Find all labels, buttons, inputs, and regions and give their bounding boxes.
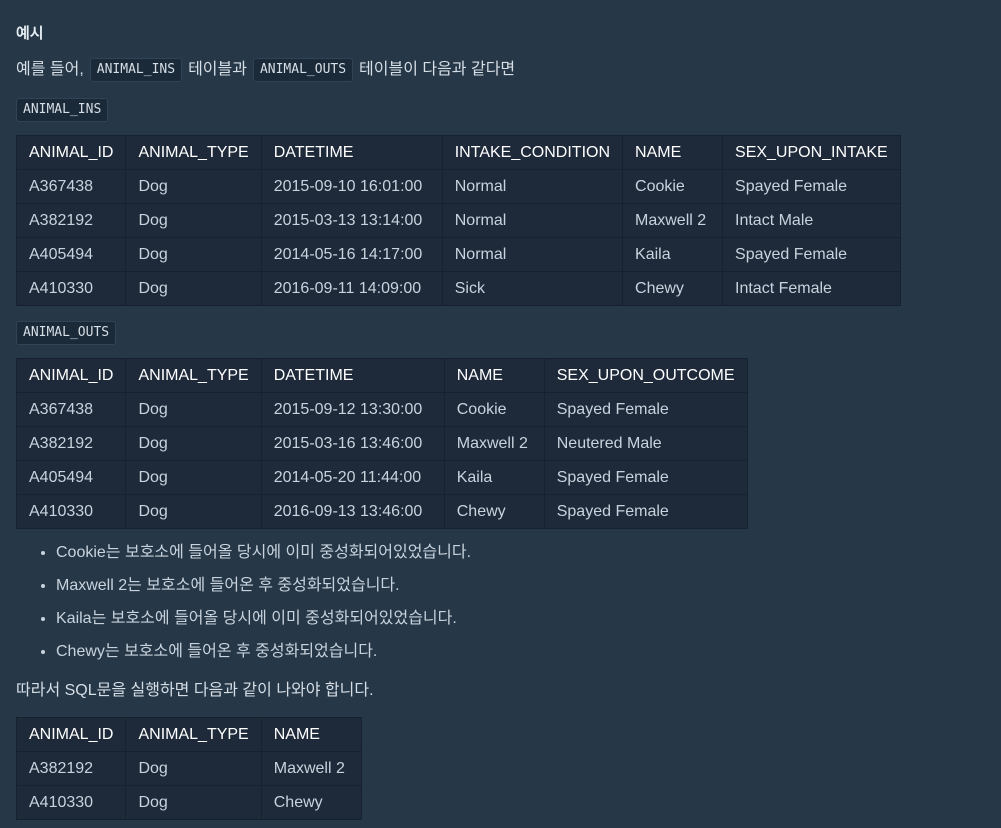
column-header: ANIMAL_TYPE xyxy=(125,358,262,393)
table-cell: A405494 xyxy=(15,237,127,272)
table-cell: A367438 xyxy=(15,392,127,427)
table-cell: Dog xyxy=(125,169,262,204)
column-header: DATETIME xyxy=(260,135,443,170)
table-cell: Intact Male xyxy=(722,203,901,238)
table-cell: 2015-09-10 16:01:00 xyxy=(260,169,443,204)
animal-outs-table: ANIMAL_ID ANIMAL_TYPE DATETIME NAME SEX_… xyxy=(15,358,748,529)
result-table: ANIMAL_ID ANIMAL_TYPE NAME A382192 Dog M… xyxy=(15,717,362,820)
intro-suffix: 테이블이 다음과 같다면 xyxy=(359,61,516,78)
table-row: A405494 Dog 2014-05-20 11:44:00 Kaila Sp… xyxy=(15,460,748,495)
list-item: Chewy는 보호소에 들어온 후 중성화되었습니다. xyxy=(56,637,471,670)
table-cell: Dog xyxy=(125,460,262,495)
table-row: A367438 Dog 2015-09-10 16:01:00 Normal C… xyxy=(15,169,901,204)
table-cell: Maxwell 2 xyxy=(260,751,362,786)
table-cell: Intact Female xyxy=(722,271,901,306)
table-cell: Spayed Female xyxy=(722,237,901,272)
intro-prefix: 예를 들어, xyxy=(16,61,84,78)
table-cell: Normal xyxy=(441,203,624,238)
intro-sentence: 예를 들어, ANIMAL_INS 테이블과 ANIMAL_OUTS 테이블이 … xyxy=(16,58,515,82)
table-row: A382192 Dog Maxwell 2 xyxy=(15,751,362,786)
column-header: ANIMAL_TYPE xyxy=(125,717,262,752)
table-cell: Dog xyxy=(125,392,262,427)
table-cell: Sick xyxy=(441,271,624,306)
column-header: ANIMAL_ID xyxy=(15,717,127,752)
column-header: NAME xyxy=(260,717,362,752)
table-header-row: ANIMAL_ID ANIMAL_TYPE NAME xyxy=(15,717,362,752)
column-header: NAME xyxy=(622,135,724,170)
table-cell: Dog xyxy=(125,271,262,306)
table-cell: Dog xyxy=(125,494,262,529)
table-cell: 2015-03-16 13:46:00 xyxy=(260,426,445,461)
column-header: ANIMAL_ID xyxy=(15,135,127,170)
table-cell: 2015-09-12 13:30:00 xyxy=(260,392,445,427)
table-cell: Kaila xyxy=(622,237,724,272)
table-cell: A405494 xyxy=(15,460,127,495)
column-header: NAME xyxy=(443,358,545,393)
table-header-row: ANIMAL_ID ANIMAL_TYPE DATETIME INTAKE_CO… xyxy=(15,135,901,170)
list-item: Kaila는 보호소에 들어올 당시에 이미 중성화되어있었습니다. xyxy=(56,604,471,637)
table-header-row: ANIMAL_ID ANIMAL_TYPE DATETIME NAME SEX_… xyxy=(15,358,748,393)
table-row: A367438 Dog 2015-09-12 13:30:00 Cookie S… xyxy=(15,392,748,427)
table-cell: Chewy xyxy=(260,785,362,820)
conclusion-text: 따라서 SQL문을 실행하면 다음과 같이 나와야 합니다. xyxy=(16,682,374,699)
table-row: A382192 Dog 2015-03-13 13:14:00 Normal M… xyxy=(15,203,901,238)
list-item: Maxwell 2는 보호소에 들어온 후 중성화되었습니다. xyxy=(56,571,471,604)
table-cell: Dog xyxy=(125,237,262,272)
table-cell: Chewy xyxy=(443,494,545,529)
table-row: A382192 Dog 2015-03-16 13:46:00 Maxwell … xyxy=(15,426,748,461)
table-cell: A382192 xyxy=(15,203,127,238)
table-cell: Spayed Female xyxy=(722,169,901,204)
animal-outs-label: ANIMAL_OUTS xyxy=(16,321,117,345)
column-header: ANIMAL_ID xyxy=(15,358,127,393)
table-row: A405494 Dog 2014-05-16 14:17:00 Normal K… xyxy=(15,237,901,272)
table-cell: Spayed Female xyxy=(543,460,748,495)
table-cell: Dog xyxy=(125,203,262,238)
table-cell: Maxwell 2 xyxy=(622,203,724,238)
table-cell: Cookie xyxy=(622,169,724,204)
table-cell: Neutered Male xyxy=(543,426,748,461)
intro-middle: 테이블과 xyxy=(188,61,247,78)
table-cell: A367438 xyxy=(15,169,127,204)
table-cell: 2014-05-20 11:44:00 xyxy=(260,460,445,495)
table-cell: Maxwell 2 xyxy=(443,426,545,461)
animal-ins-label: ANIMAL_INS xyxy=(16,98,109,122)
table-cell: Dog xyxy=(125,785,262,820)
table-cell: Spayed Female xyxy=(543,494,748,529)
list-item: Cookie는 보호소에 들어올 당시에 이미 중성화되어있었습니다. xyxy=(56,538,471,571)
column-header: DATETIME xyxy=(260,358,445,393)
table-cell: A410330 xyxy=(15,271,127,306)
inline-code-animal-ins: ANIMAL_INS xyxy=(89,58,183,82)
table-cell: Normal xyxy=(441,169,624,204)
table-cell: 2015-03-13 13:14:00 xyxy=(260,203,443,238)
table-cell: 2016-09-13 13:46:00 xyxy=(260,494,445,529)
table-row: A410330 Dog Chewy xyxy=(15,785,362,820)
table-cell: Cookie xyxy=(443,392,545,427)
table-cell: Normal xyxy=(441,237,624,272)
explanation-list: Cookie는 보호소에 들어올 당시에 이미 중성화되어있었습니다. Maxw… xyxy=(16,538,471,670)
column-header: SEX_UPON_INTAKE xyxy=(722,135,901,170)
table-cell: Dog xyxy=(125,426,262,461)
table-cell: A410330 xyxy=(15,494,127,529)
animal-ins-table: ANIMAL_ID ANIMAL_TYPE DATETIME INTAKE_CO… xyxy=(15,135,901,306)
column-header: ANIMAL_TYPE xyxy=(125,135,262,170)
table-row: A410330 Dog 2016-09-11 14:09:00 Sick Che… xyxy=(15,271,901,306)
section-heading: 예시 xyxy=(16,25,44,42)
table-row: A410330 Dog 2016-09-13 13:46:00 Chewy Sp… xyxy=(15,494,748,529)
table-cell: 2016-09-11 14:09:00 xyxy=(260,271,443,306)
table-cell: A382192 xyxy=(15,751,127,786)
inline-code-animal-outs: ANIMAL_OUTS xyxy=(252,58,354,82)
column-header: INTAKE_CONDITION xyxy=(441,135,624,170)
table-cell: Dog xyxy=(125,751,262,786)
table-cell: 2014-05-16 14:17:00 xyxy=(260,237,443,272)
table-cell: A382192 xyxy=(15,426,127,461)
table-cell: Chewy xyxy=(622,271,724,306)
column-header: SEX_UPON_OUTCOME xyxy=(543,358,748,393)
table-cell: A410330 xyxy=(15,785,127,820)
table-cell: Spayed Female xyxy=(543,392,748,427)
table-cell: Kaila xyxy=(443,460,545,495)
